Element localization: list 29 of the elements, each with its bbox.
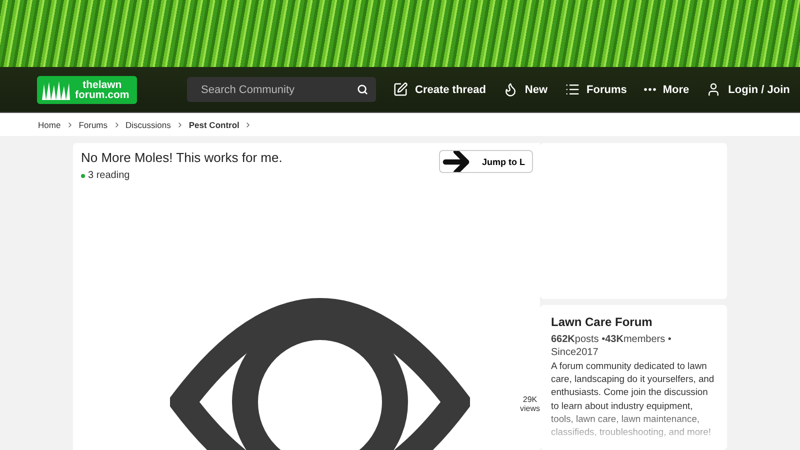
logo-text: forum.com	[75, 90, 130, 100]
nav-item[interactable]: Create thread	[393, 82, 486, 97]
views-label: views	[520, 404, 540, 413]
list-icon	[564, 82, 580, 97]
breadcrumb-link[interactable]: Home	[38, 120, 61, 130]
status-dot	[81, 174, 85, 178]
views-count: 29K	[522, 395, 538, 404]
logo-text: thelawn	[82, 80, 122, 90]
nav-item[interactable]: Login / Join	[706, 82, 790, 97]
search-field[interactable]: Search Community	[187, 77, 376, 102]
forum-title: Lawn Care Forum	[551, 315, 654, 329]
forum-description: A forum community dedicated to lawn care, landscaping do it yourselfers, and enthusiasts. Come join the discussion to learn about industry equipment, tools, lawn care, lawn maintenance, classifieds, troubleshooting, and more!	[551, 359, 716, 438]
search-icon	[357, 84, 368, 95]
nav-item[interactable]: New	[502, 82, 548, 97]
reading-count: 3 reading	[88, 170, 130, 181]
more-icon	[644, 88, 656, 91]
breadcrumb-link[interactable]: Forums	[78, 120, 108, 130]
user-icon	[706, 82, 722, 97]
edit-icon	[393, 82, 408, 97]
forum-stats: 662Kposts •43Kmembers • Since2017	[551, 333, 672, 359]
grass-icon	[41, 80, 71, 100]
jump-button[interactable]: Jump to L	[439, 150, 533, 173]
flame-icon	[502, 82, 518, 97]
breadcrumb-link[interactable]: Pest Control	[188, 120, 240, 130]
thread-title: No More Moles! This works for me.	[81, 150, 282, 165]
breadcrumb-link[interactable]: Discussions	[126, 120, 171, 130]
nav-item[interactable]: More	[644, 84, 690, 96]
nav-item[interactable]: Forums	[564, 82, 627, 97]
search-input[interactable]: Search Community	[199, 82, 357, 96]
